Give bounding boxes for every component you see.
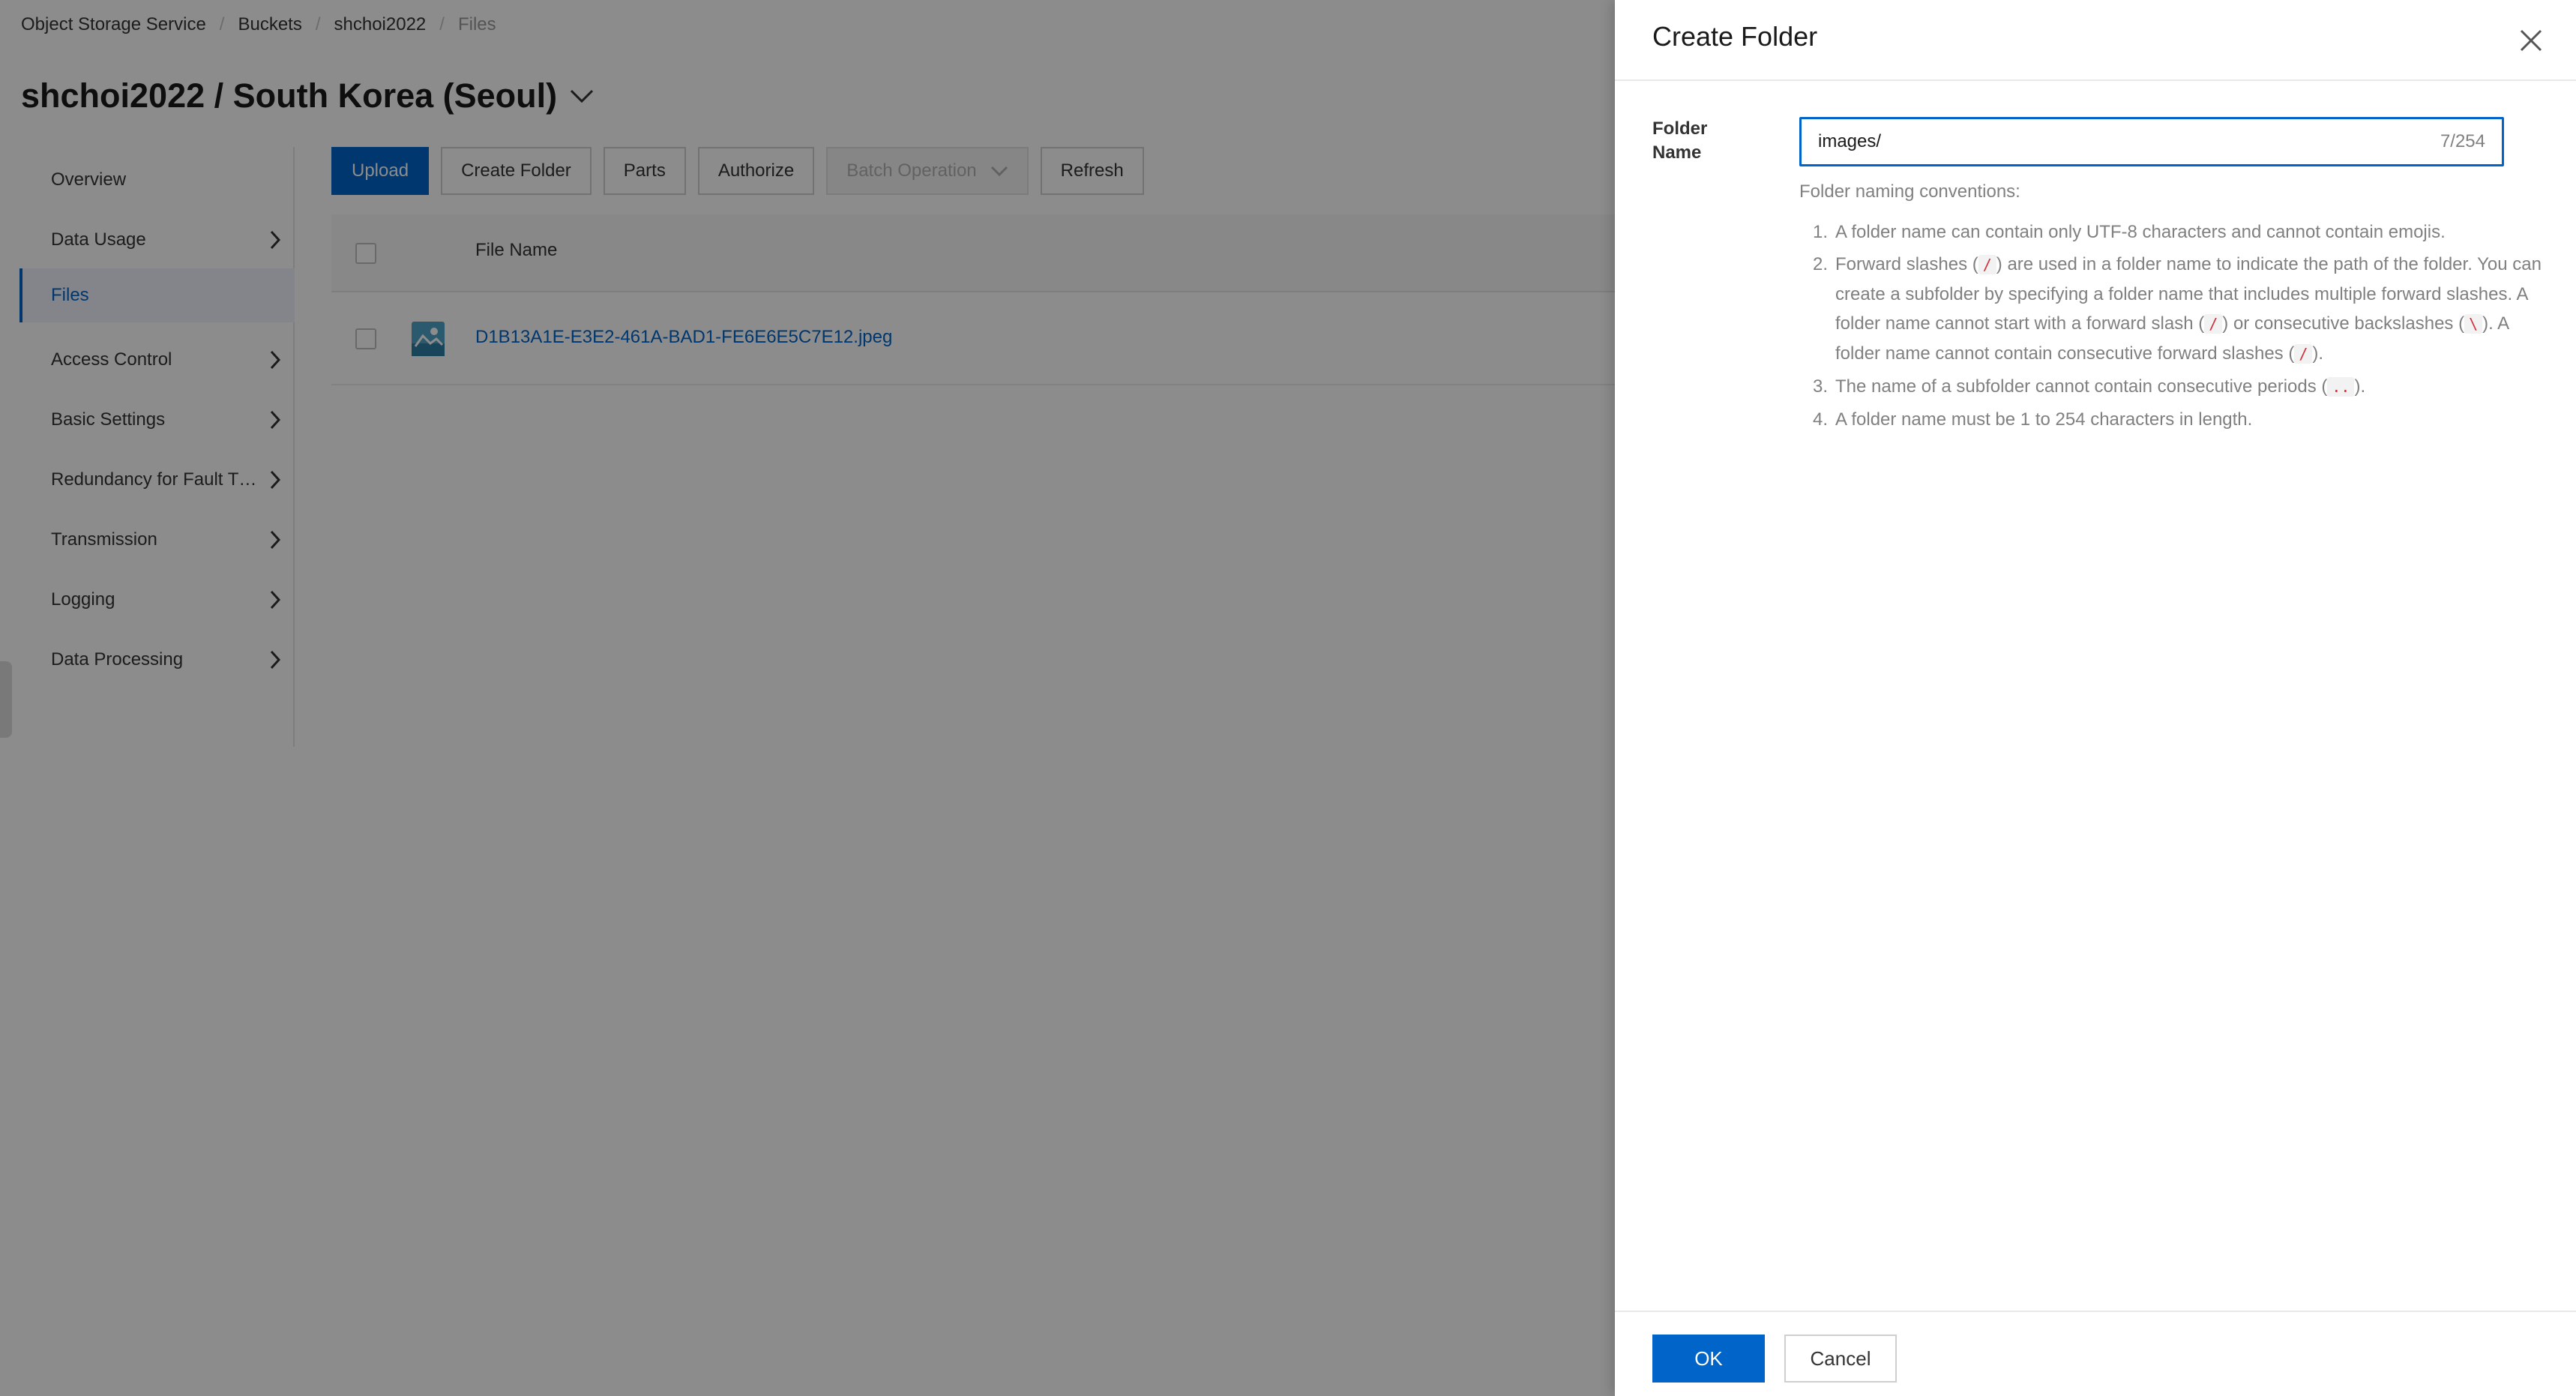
code-periods: .. bbox=[2327, 377, 2354, 397]
drawer-header: Create Folder bbox=[1615, 0, 2576, 81]
drawer-title: Create Folder bbox=[1652, 21, 1817, 52]
conventions-title: Folder naming conventions: bbox=[1799, 181, 2020, 202]
folder-name-field[interactable]: 7/254 bbox=[1799, 117, 2504, 166]
rule-text: The name of a subfolder cannot contain c… bbox=[1835, 376, 2327, 397]
list-item: 4.A folder name must be 1 to 254 charact… bbox=[1799, 405, 2549, 434]
code-slash: / bbox=[2294, 344, 2312, 364]
list-item: 2.Forward slashes (/) are used in a fold… bbox=[1799, 250, 2549, 369]
ok-button[interactable]: OK bbox=[1652, 1335, 1765, 1383]
conventions-list: 1.A folder name can contain only UTF-8 c… bbox=[1799, 217, 2549, 437]
modal-overlay[interactable] bbox=[0, 0, 1615, 1396]
close-icon[interactable] bbox=[2516, 25, 2546, 55]
drawer-footer: OK Cancel bbox=[1615, 1311, 2576, 1396]
rule-text: Forward slashes ( bbox=[1835, 254, 1978, 274]
list-item: 3.The name of a subfolder cannot contain… bbox=[1799, 372, 2549, 402]
rule-text: ). bbox=[2354, 376, 2365, 397]
rule-text: A folder name can contain only UTF-8 cha… bbox=[1835, 222, 2446, 242]
char-counter: 7/254 bbox=[2440, 131, 2485, 152]
cancel-button[interactable]: Cancel bbox=[1784, 1335, 1897, 1383]
list-item: 1.A folder name can contain only UTF-8 c… bbox=[1799, 217, 2549, 247]
code-backslash: \ bbox=[2464, 314, 2482, 334]
rule-text: A folder name must be 1 to 254 character… bbox=[1835, 409, 2252, 430]
code-slash: / bbox=[1978, 255, 1996, 274]
folder-name-label: Folder Name bbox=[1652, 117, 1757, 165]
folder-name-input[interactable] bbox=[1818, 131, 2440, 152]
code-slash: / bbox=[2204, 314, 2222, 334]
create-folder-drawer: Create Folder Folder Name 7/254 Folder n… bbox=[1615, 0, 2576, 1396]
rule-text: ). bbox=[2312, 343, 2323, 364]
rule-text: ) or consecutive backslashes ( bbox=[2222, 313, 2464, 334]
